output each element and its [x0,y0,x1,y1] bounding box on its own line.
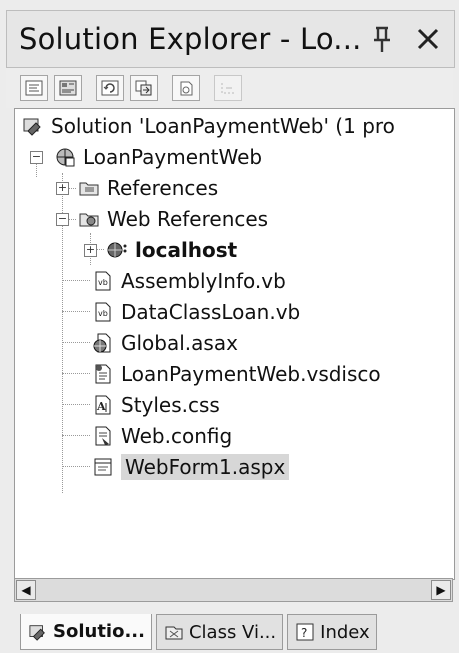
tab-label: Index [320,621,370,643]
tree-node-label: LoanPaymentWeb [83,145,263,169]
tree-node-references[interactable]: References [77,173,218,203]
refresh-icon[interactable] [96,75,124,101]
bottom-tabs: Solutio... Class Vi... ? Index [6,614,453,650]
css-file-icon: A [91,393,115,417]
svg-text:vb: vb [98,278,108,287]
close-icon[interactable] [408,19,448,59]
copy-project-icon[interactable] [130,75,158,101]
horizontal-scrollbar[interactable]: ◀ ▶ [14,578,453,602]
solution-icon [21,114,45,138]
tree-node-solution[interactable]: Solution 'LoanPaymentWeb' (1 pro [21,111,395,141]
tab-label: Solutio... [53,621,145,642]
svg-text:?: ? [301,626,307,640]
collapse-toggle[interactable]: − [30,151,43,164]
scroll-left-icon[interactable]: ◀ [16,580,36,600]
disco-file-icon [91,362,115,386]
tree-guide [62,342,90,343]
tree-node-label: References [107,176,219,200]
tree-guide [62,373,90,374]
view-designer-icon[interactable] [54,75,82,101]
tree-node-file[interactable]: Global.asax [91,328,238,358]
properties-icon[interactable] [214,75,242,101]
window-title: Solution Explorer - Lo... [19,22,362,56]
tree-node-file[interactable]: vb AssemblyInfo.vb [91,266,286,296]
globe-icon [105,238,129,262]
solution-tree[interactable]: Solution 'LoanPaymentWeb' (1 pro − LoanP… [14,108,455,580]
tab-class-view[interactable]: Class Vi... [155,614,284,650]
tree-node-label: DataClassLoan.vb [121,300,301,324]
tree-node-localhost[interactable]: localhost [105,235,237,265]
toolbar [6,68,453,108]
pin-icon[interactable] [362,19,402,59]
tree-node-file[interactable]: LoanPaymentWeb.vsdisco [91,359,381,389]
tab-solution-explorer[interactable]: Solutio... [20,614,152,650]
tree-guide [62,466,90,467]
aspx-file-icon [91,455,115,479]
tree-node-label: Styles.css [121,393,220,417]
solution-explorer-window: Solution Explorer - Lo... Solution 'Loan… [0,0,459,653]
vb-file-icon: vb [91,300,115,324]
expand-toggle[interactable]: + [84,244,97,257]
tree-node-file[interactable]: vb DataClassLoan.vb [91,297,300,327]
tree-node-label: localhost [135,238,238,262]
help-index-icon: ? [294,621,316,643]
tree-guide [62,311,90,312]
global-asax-icon [91,331,115,355]
tree-node-project[interactable]: LoanPaymentWeb [53,142,262,172]
svg-text:vb: vb [98,309,108,318]
scroll-right-icon[interactable]: ▶ [431,580,451,600]
tree-node-label: WebForm1.aspx [121,454,290,480]
web-project-icon [53,145,77,169]
vb-file-icon: vb [91,269,115,293]
tree-node-file-selected[interactable]: WebForm1.aspx [91,452,290,482]
title-bar: Solution Explorer - Lo... [6,10,455,68]
collapse-toggle[interactable]: − [56,213,69,226]
tree-node-label: LoanPaymentWeb.vsdisco [121,362,381,386]
tree-node-label: Web References [107,207,269,231]
expand-toggle[interactable]: + [56,182,69,195]
tree-guide [62,280,90,281]
tab-label: Class Vi... [188,621,277,643]
svg-text:A: A [96,400,106,413]
tab-index[interactable]: ? Index [287,614,377,650]
tree-guide [62,404,90,405]
tree-node-file[interactable]: Web.config [91,421,232,451]
view-code-icon[interactable] [20,75,48,101]
tree-guide [62,435,90,436]
tree-node-web-references[interactable]: Web References [77,204,268,234]
tree-node-file[interactable]: A Styles.css [91,390,220,420]
tree-node-label: Web.config [121,424,233,448]
tree-node-label: Solution 'LoanPaymentWeb' (1 pro [51,114,395,138]
show-all-files-icon[interactable] [172,75,200,101]
class-view-icon [163,621,185,643]
web-references-icon [77,207,101,231]
tree-node-label: AssemblyInfo.vb [121,269,286,293]
tree-node-label: Global.asax [121,331,238,355]
config-file-icon [91,424,115,448]
references-icon [77,176,101,200]
solution-icon [27,621,49,643]
